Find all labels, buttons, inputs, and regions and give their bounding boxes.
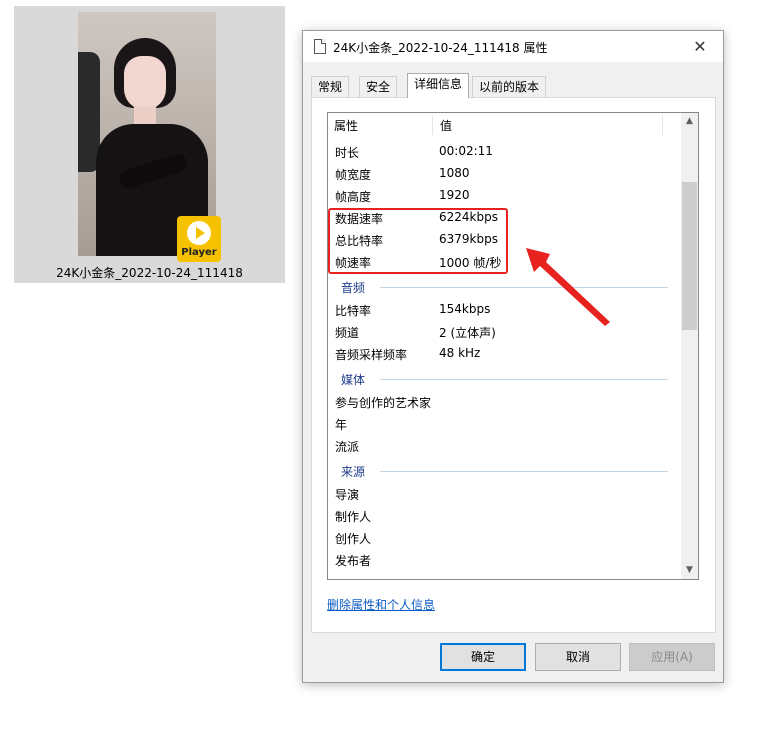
property-name: 参与创作的艺术家 xyxy=(335,396,432,410)
file-item[interactable]: Player 24K小金条_2022-10-24_111418 xyxy=(14,6,285,283)
close-button[interactable]: ✕ xyxy=(677,31,723,62)
list-item[interactable]: 频道 2 (立体声) xyxy=(328,321,678,343)
list-item[interactable]: 年 xyxy=(328,413,678,435)
list-item[interactable]: 发布者 xyxy=(328,549,678,571)
property-name: 时长 xyxy=(335,146,360,160)
list-item[interactable]: 导演 xyxy=(328,483,678,505)
list-item[interactable]: 流派 xyxy=(328,435,678,457)
chevron-up-icon[interactable]: ▲ xyxy=(681,113,698,130)
cancel-button[interactable]: 取消 xyxy=(535,643,621,671)
column-header-value[interactable]: 值 xyxy=(440,117,452,134)
property-list[interactable]: 属性 值 时长 00:02:11 帧宽度 1080 帧高度 1920 数据速率 … xyxy=(327,112,699,580)
scrollbar-thumb[interactable] xyxy=(682,182,697,330)
property-value: 2 (立体声) xyxy=(439,326,496,340)
property-name: 比特率 xyxy=(335,304,372,318)
ok-button[interactable]: 确定 xyxy=(440,643,526,671)
property-name: 年 xyxy=(335,418,348,432)
property-value: 48 kHz xyxy=(439,346,481,360)
list-item[interactable]: 帧高度 1920 xyxy=(328,185,678,207)
property-value: 154kbps xyxy=(439,302,491,316)
properties-dialog: 24K小金条_2022-10-24_111418 属性 ✕ 常规 安全 详细信息… xyxy=(302,30,724,683)
remove-properties-link[interactable]: 删除属性和个人信息 xyxy=(327,596,435,613)
property-value: 00:02:11 xyxy=(439,144,493,158)
property-value: 1080 xyxy=(439,166,470,180)
list-item[interactable]: 创作人 xyxy=(328,527,678,549)
column-header-name[interactable]: 属性 xyxy=(334,117,358,134)
property-name: 创作人 xyxy=(335,532,372,546)
document-icon xyxy=(314,39,326,54)
list-header: 属性 值 xyxy=(328,113,678,137)
group-header-media: 媒体 xyxy=(328,369,678,389)
property-name: 制作人 xyxy=(335,510,372,524)
property-value: 1920 xyxy=(439,188,470,202)
chevron-down-icon[interactable]: ▼ xyxy=(681,562,698,579)
player-badge-label: Player xyxy=(181,247,217,258)
list-item[interactable]: 比特率 154kbps xyxy=(328,299,678,321)
vertical-scrollbar[interactable]: ▲ ▼ xyxy=(681,113,698,579)
tab-details[interactable]: 详细信息 xyxy=(407,73,470,98)
property-name: 频道 xyxy=(335,326,360,340)
group-label: 媒体 xyxy=(341,373,366,387)
property-name: 导演 xyxy=(335,488,360,502)
property-name: 帧宽度 xyxy=(335,168,372,182)
list-item[interactable]: 参与创作的艺术家 xyxy=(328,391,678,413)
group-header-audio: 音频 xyxy=(328,277,678,297)
player-app-icon: Player xyxy=(177,216,221,262)
list-item[interactable]: 帧宽度 1080 xyxy=(328,163,678,185)
tab-general[interactable]: 常规 xyxy=(311,76,350,97)
apply-button[interactable]: 应用(A) xyxy=(629,643,715,671)
arrow-icon xyxy=(526,248,610,326)
group-label: 音频 xyxy=(341,281,366,295)
title-bar[interactable]: 24K小金条_2022-10-24_111418 属性 ✕ xyxy=(303,31,723,62)
dialog-title: 24K小金条_2022-10-24_111418 属性 xyxy=(333,41,548,55)
tab-previous-versions[interactable]: 以前的版本 xyxy=(472,76,547,97)
property-name: 帧高度 xyxy=(335,190,372,204)
file-name-label: 24K小金条_2022-10-24_111418 xyxy=(56,266,243,280)
group-header-source: 来源 xyxy=(328,461,678,481)
group-label: 来源 xyxy=(341,465,366,479)
details-panel: 属性 值 时长 00:02:11 帧宽度 1080 帧高度 1920 数据速率 … xyxy=(311,97,716,633)
property-name: 流派 xyxy=(335,440,360,454)
list-item[interactable]: 制作人 xyxy=(328,505,678,527)
property-name: 发布者 xyxy=(335,554,372,568)
tab-security[interactable]: 安全 xyxy=(359,76,398,97)
property-name: 音频采样频率 xyxy=(335,348,408,362)
highlight-box xyxy=(328,208,508,274)
list-item[interactable]: 时长 00:02:11 xyxy=(328,141,678,163)
list-item[interactable]: 音频采样频率 48 kHz xyxy=(328,343,678,365)
